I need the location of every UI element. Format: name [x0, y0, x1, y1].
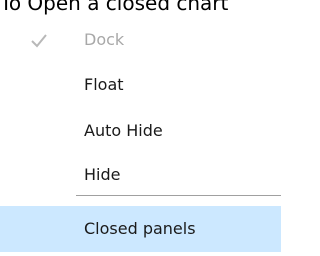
menu-separator: [76, 195, 281, 196]
context-menu: Dock Float Auto Hide Hide Closed panels: [0, 18, 281, 256]
menu-item-float[interactable]: Float: [0, 63, 281, 107]
menu-item-hide[interactable]: Hide: [0, 153, 281, 197]
menu-item-label: Auto Hide: [84, 121, 163, 140]
menu-item-closed-panels[interactable]: Closed panels: [0, 206, 281, 252]
menu-item-label: Closed panels: [84, 219, 196, 238]
checkmark-icon: [31, 34, 47, 48]
menu-item-label: Float: [84, 75, 124, 94]
menu-item-label: Dock: [84, 30, 125, 49]
menu-item-dock[interactable]: Dock: [0, 18, 281, 62]
menu-item-label: Hide: [84, 165, 121, 184]
menu-item-auto-hide[interactable]: Auto Hide: [0, 109, 281, 153]
page-heading: To Open a closed chart: [0, 0, 229, 15]
